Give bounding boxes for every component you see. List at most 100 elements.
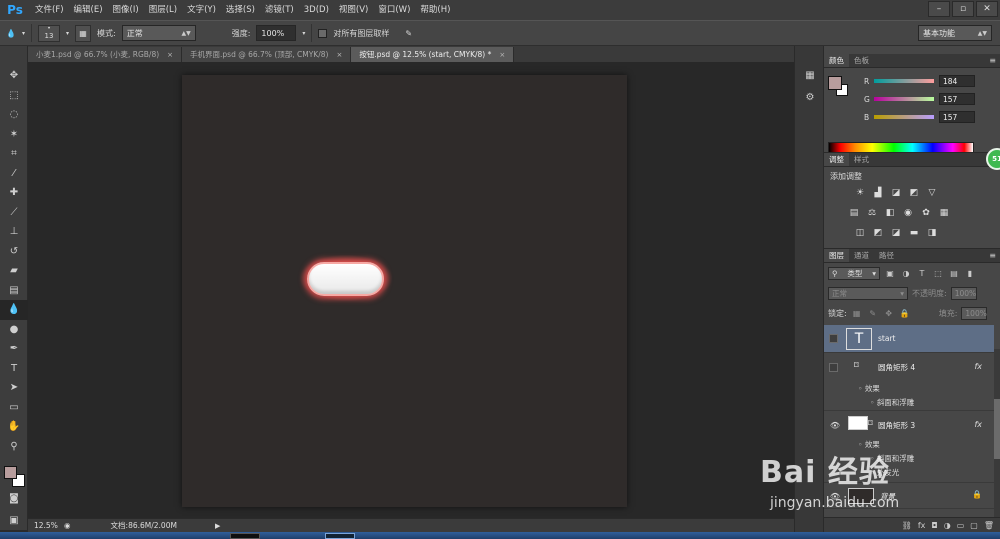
gradient-tool-icon[interactable]: ▤	[0, 281, 28, 301]
threshold-icon[interactable]: ◪	[890, 227, 902, 239]
color-balance-icon[interactable]: ⚖	[866, 207, 878, 219]
tab-color[interactable]: 颜色	[824, 54, 849, 67]
menu-file[interactable]: 文件(F)	[30, 0, 69, 20]
rounded-button-shape[interactable]	[307, 262, 384, 296]
selective-color-icon[interactable]: ◨	[926, 227, 938, 239]
tab-layers[interactable]: 图层	[824, 249, 849, 262]
blend-mode-select[interactable]: 正常 ▾	[828, 286, 908, 300]
quick-mask-icon[interactable]: ◙	[0, 489, 28, 509]
pixel-filter-icon[interactable]: ▣	[884, 267, 896, 279]
layer-row-start[interactable]: T start	[824, 325, 994, 353]
pressure-brush-icon[interactable]: ✎	[405, 29, 412, 38]
foreground-color-swatch[interactable]	[828, 76, 842, 90]
menu-type[interactable]: 文字(Y)	[182, 0, 221, 20]
lock-move-icon[interactable]: ✥	[883, 307, 895, 319]
eye-icon[interactable]: 👁	[830, 420, 840, 430]
strength-input[interactable]: 100%	[256, 25, 297, 41]
magic-wand-tool-icon[interactable]: ✶	[0, 125, 28, 145]
lock-paint-icon[interactable]: ✎	[867, 307, 879, 319]
tab-styles[interactable]: 样式	[849, 153, 874, 166]
posterize-icon[interactable]: ◩	[872, 227, 884, 239]
tab-doc-2[interactable]: 手机界面.psd @ 66.7% (顶部, CMYK/8) ×	[182, 47, 352, 62]
brightness-icon[interactable]: ☀	[854, 187, 866, 199]
tab-swatches[interactable]: 色板	[849, 54, 874, 67]
visibility-toggle[interactable]	[829, 334, 838, 343]
channel-mixer-icon[interactable]: ✿	[920, 207, 932, 219]
menu-view[interactable]: 视图(V)	[334, 0, 373, 20]
close-button[interactable]: ✕	[976, 1, 998, 17]
tab-doc-1[interactable]: 小麦1.psd @ 66.7% (小麦, RGB/8) ×	[28, 47, 183, 62]
smart-object-filter-icon[interactable]: ▤	[948, 267, 960, 279]
type-filter-icon[interactable]: T	[916, 267, 928, 279]
history-brush-tool-icon[interactable]: ↺	[0, 242, 28, 262]
menu-select[interactable]: 选择(S)	[221, 0, 260, 20]
path-selection-tool-icon[interactable]: ➤	[0, 378, 28, 398]
move-tool-icon[interactable]: ✥	[0, 66, 28, 86]
maximize-button[interactable]: ▫	[952, 1, 974, 17]
blue-slider[interactable]	[874, 115, 934, 119]
black-white-icon[interactable]: ◧	[884, 207, 896, 219]
layer-name[interactable]: 圆角矩形 4	[878, 362, 915, 373]
curves-icon[interactable]: ◪	[890, 187, 902, 199]
eyedropper-tool-icon[interactable]: ⁄	[0, 164, 28, 184]
eye-icon[interactable]: ◦	[870, 398, 877, 407]
invert-icon[interactable]: ◫	[854, 227, 866, 239]
adjustment-filter-icon[interactable]: ◑	[900, 267, 912, 279]
history-panel-icon[interactable]: ▦	[795, 64, 825, 86]
panel-menu-icon[interactable]: ≡	[989, 54, 1000, 67]
hue-saturation-icon[interactable]: ▤	[848, 207, 860, 219]
healing-brush-tool-icon[interactable]: ✚	[0, 183, 28, 203]
clone-stamp-tool-icon[interactable]: ⊥	[0, 222, 28, 242]
tab-channels[interactable]: 通道	[849, 249, 874, 262]
close-icon[interactable]: ×	[336, 51, 342, 59]
gradient-map-icon[interactable]: ▬	[908, 227, 920, 239]
vibrance-icon[interactable]: ▽	[926, 187, 938, 199]
lasso-tool-icon[interactable]: ◌	[0, 105, 28, 125]
blur-tool-icon[interactable]: 💧	[6, 29, 16, 38]
taskbar-item[interactable]	[230, 533, 260, 539]
color-swatches[interactable]	[4, 466, 26, 488]
chevron-down-icon[interactable]: ▾	[66, 30, 69, 37]
panel-menu-icon[interactable]: ≡	[989, 249, 1000, 262]
fill-input[interactable]: 100%	[961, 306, 988, 320]
close-icon[interactable]: ×	[167, 51, 173, 59]
brush-tool-icon[interactable]: ⟋	[0, 203, 28, 223]
levels-icon[interactable]: ▟	[872, 187, 884, 199]
lock-transparency-icon[interactable]: ▦	[851, 307, 863, 319]
close-icon[interactable]: ×	[499, 51, 505, 59]
workspace-select[interactable]: 基本功能 ▲▼	[918, 25, 992, 41]
opacity-input[interactable]: 100%	[950, 286, 977, 300]
green-slider[interactable]	[874, 97, 934, 101]
screen-mode-icon[interactable]: ▣	[0, 511, 28, 531]
color-lookup-icon[interactable]: ▦	[938, 207, 950, 219]
exposure-icon[interactable]: ◩	[908, 187, 920, 199]
rectangle-tool-icon[interactable]: ▭	[0, 398, 28, 418]
visibility-toggle[interactable]	[829, 363, 838, 372]
blur-tool-icon[interactable]: 💧	[0, 300, 28, 320]
red-value[interactable]: 184	[939, 75, 975, 87]
layer-effects-icon[interactable]: fx	[974, 362, 982, 371]
document-canvas[interactable]	[182, 75, 627, 507]
filter-toggle-icon[interactable]: ▮	[964, 267, 976, 279]
red-slider[interactable]	[874, 79, 934, 83]
crop-tool-icon[interactable]: ⌗	[0, 144, 28, 164]
menu-image[interactable]: 图像(I)	[108, 0, 144, 20]
taskbar-item[interactable]	[325, 533, 355, 539]
menu-layer[interactable]: 图层(L)	[144, 0, 182, 20]
menu-filter[interactable]: 滤镜(T)	[260, 0, 299, 20]
menu-window[interactable]: 窗口(W)	[373, 0, 415, 20]
layer-row-rounded-rect-4[interactable]: ⌑ 圆角矩形 4 fx ◦ 效果 ◦ 斜面和浮雕	[824, 353, 994, 411]
dodge-tool-icon[interactable]: ●	[0, 320, 28, 340]
properties-panel-icon[interactable]: ⚙	[795, 86, 825, 108]
eye-icon[interactable]: ◦	[858, 384, 865, 393]
layers-scrollbar-thumb[interactable]	[994, 399, 1000, 459]
chevron-down-icon[interactable]: ▾	[22, 30, 25, 37]
menu-3d[interactable]: 3D(D)	[299, 0, 334, 20]
type-tool-icon[interactable]: T	[0, 359, 28, 379]
tab-paths[interactable]: 路径	[874, 249, 899, 262]
brush-panel-toggle-icon[interactable]: ▦	[75, 24, 91, 42]
eraser-tool-icon[interactable]: ▰	[0, 261, 28, 281]
hand-tool-icon[interactable]: ✋	[0, 417, 28, 437]
menu-edit[interactable]: 编辑(E)	[69, 0, 108, 20]
layer-effects-icon[interactable]: fx	[974, 420, 982, 429]
